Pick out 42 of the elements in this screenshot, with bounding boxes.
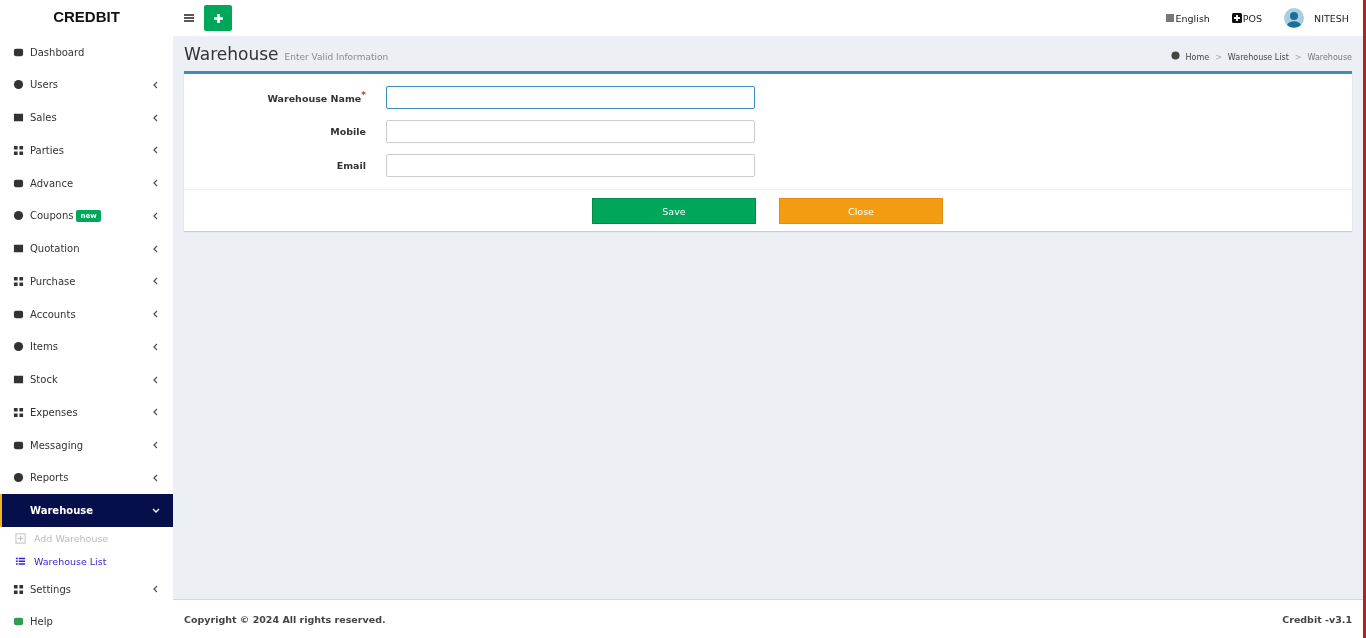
sidebar-item[interactable]: Sales [0,101,173,134]
input-field[interactable] [386,119,755,143]
plus-square-icon [15,532,26,544]
sidebar-item[interactable]: Help [0,605,173,638]
breadcrumb-item[interactable]: Warehouse List [1227,53,1289,62]
menu-icon[interactable] [184,13,194,23]
breadcrumb-separator: > [1294,53,1302,62]
user-name[interactable]: NITESH [1314,12,1349,24]
brand-logo: CREDBIT [52,7,121,27]
input-field[interactable] [386,85,755,109]
sidebar-item[interactable]: Reports [0,461,173,495]
breadcrumb-item: Warehouse [1307,53,1352,62]
sidebar-item[interactable]: Stock [0,363,173,396]
avatar-icon[interactable] [1284,8,1305,28]
copyright-text: Copyright © 2024 All rights reserved. [184,613,386,625]
sidebar-item[interactable]: Users [0,68,173,102]
sidebar-item[interactable]: Warehouse [0,494,173,527]
sidebar-item[interactable]: Settings [0,572,173,606]
sidebar-item[interactable]: Quotation [0,232,173,265]
list-icon [15,555,26,567]
page-title: Warehouse [184,43,279,66]
pos-link[interactable]: POS [1231,12,1263,24]
sidebar-item[interactable]: Accounts [0,297,173,331]
sidebar-item[interactable]: Advance [0,166,173,200]
submenu-item[interactable]: Warehouse List [0,549,173,573]
language-link[interactable]: English [1164,12,1210,24]
breadcrumb-separator: > [1215,53,1222,62]
sidebar-item[interactable]: Purchase [0,264,173,298]
sidebar-item[interactable]: Items [0,330,173,364]
version-text: Credbit -v3.1 [1282,613,1352,625]
field-label: Email [335,159,366,171]
sidebar-item[interactable]: Parties [0,133,173,167]
sidebar-item[interactable]: Expenses [0,395,173,429]
input-field[interactable] [386,153,755,177]
field-label: Mobile [329,125,366,137]
add-button[interactable] [204,5,232,31]
sidebar-item[interactable]: Dashboard [0,35,173,69]
plus-square-icon [1231,13,1242,23]
breadcrumb-item[interactable]: Home [1185,53,1210,62]
plus-icon [212,12,224,24]
sidebar-item[interactable]: Messaging [0,428,173,462]
page-subtitle: Enter Valid Information [284,52,389,62]
